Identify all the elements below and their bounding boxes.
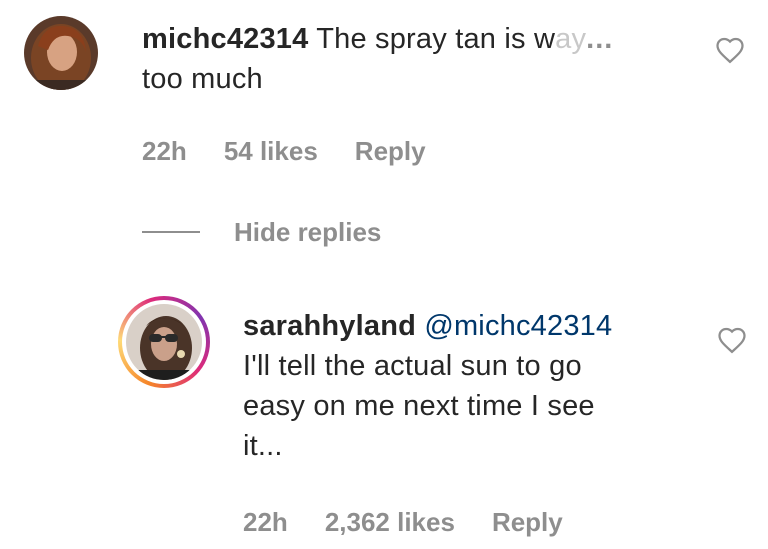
comment-likes[interactable]: 54 likes [224,136,318,167]
comment-username[interactable]: michc42314 [142,23,308,55]
reply-time[interactable]: 22h [243,507,288,538]
comment-reply-button[interactable]: Reply [355,136,426,167]
hide-replies-button[interactable]: Hide replies [234,217,381,248]
reply-meta: 22h 2,362 likes Reply [243,507,600,538]
avatar-photo [126,304,202,380]
story-ring[interactable] [118,296,210,388]
reply-username[interactable]: sarahhyland [243,310,416,342]
reply-text-line3: it... [243,430,283,462]
reply-mention[interactable]: @michc42314 [424,310,612,342]
comment-text: michc42314 The spray tan is way... too m… [142,19,682,99]
avatar-michc42314[interactable] [24,16,98,90]
comment-text-faded: ay [555,23,587,55]
reply-reply-button[interactable]: Reply [492,507,563,538]
comment-time[interactable]: 22h [142,136,187,167]
comment-meta: 22h 54 likes Reply [142,136,463,167]
hide-replies-row[interactable]: Hide replies [142,216,381,248]
heart-outline-icon[interactable] [717,326,747,354]
reply-text-line1: I'll tell the actual sun to go [243,350,582,382]
comment-text-line2: too much [142,63,263,95]
more-ellipsis[interactable]: ... [586,23,613,55]
avatar-sarahhyland[interactable] [126,304,202,380]
avatar-photo [24,16,98,90]
reply-text: sarahhyland @michc42314 I'll tell the ac… [243,306,693,466]
reply-text-line2: easy on me next time I see [243,390,595,422]
heart-outline-icon[interactable] [715,36,745,64]
comment-text-visible: The spray tan is w [316,23,556,55]
divider-line [142,231,200,233]
reply-likes[interactable]: 2,362 likes [325,507,455,538]
